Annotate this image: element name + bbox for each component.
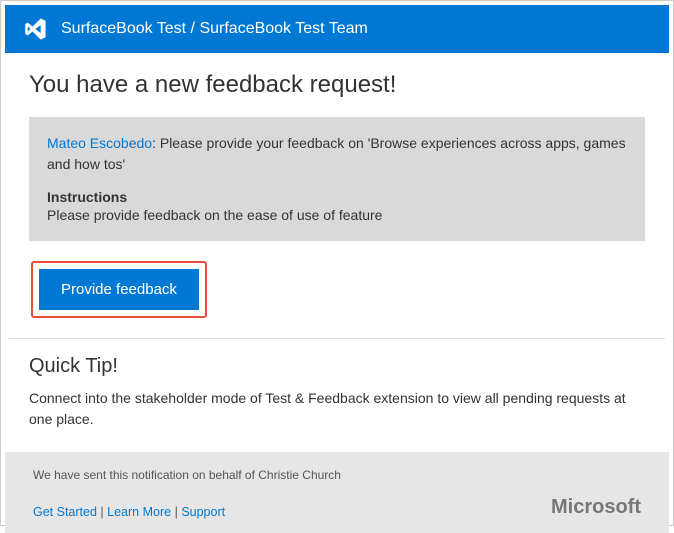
footer-links: Get Started | Learn More | Support bbox=[33, 505, 225, 519]
main-content: You have a new feedback request! Mateo E… bbox=[1, 57, 673, 338]
learn-more-link[interactable]: Learn More bbox=[107, 505, 171, 519]
request-separator: : bbox=[152, 135, 160, 151]
microsoft-brand: Microsoft bbox=[551, 496, 641, 519]
tip-text: Connect into the stakeholder mode of Tes… bbox=[29, 388, 645, 430]
header-bar: SurfaceBook Test / SurfaceBook Test Team bbox=[5, 5, 669, 53]
notify-name: Christie Church bbox=[258, 468, 341, 482]
support-link[interactable]: Support bbox=[181, 505, 225, 519]
button-highlight: Provide feedback bbox=[31, 261, 207, 318]
provide-feedback-button[interactable]: Provide feedback bbox=[39, 269, 199, 310]
instructions-label: Instructions bbox=[47, 189, 627, 205]
footer-bottom-row: Get Started | Learn More | Support Micro… bbox=[33, 496, 641, 519]
instructions-text: Please provide feedback on the ease of u… bbox=[47, 207, 627, 223]
footer: We have sent this notification on behalf… bbox=[5, 452, 669, 533]
vs-logo-icon bbox=[21, 15, 49, 43]
request-message: Mateo Escobedo: Please provide your feed… bbox=[47, 133, 627, 175]
requester-name: Mateo Escobedo bbox=[47, 135, 152, 151]
header-title: SurfaceBook Test / SurfaceBook Test Team bbox=[61, 20, 368, 38]
tip-section: Quick Tip! Connect into the stakeholder … bbox=[1, 339, 673, 452]
tip-heading: Quick Tip! bbox=[29, 355, 645, 378]
footer-notification: We have sent this notification on behalf… bbox=[33, 468, 641, 482]
page-heading: You have a new feedback request! bbox=[29, 71, 645, 99]
get-started-link[interactable]: Get Started bbox=[33, 505, 97, 519]
request-box: Mateo Escobedo: Please provide your feed… bbox=[29, 117, 645, 241]
notify-prefix: We have sent this notification on behalf… bbox=[33, 468, 258, 482]
